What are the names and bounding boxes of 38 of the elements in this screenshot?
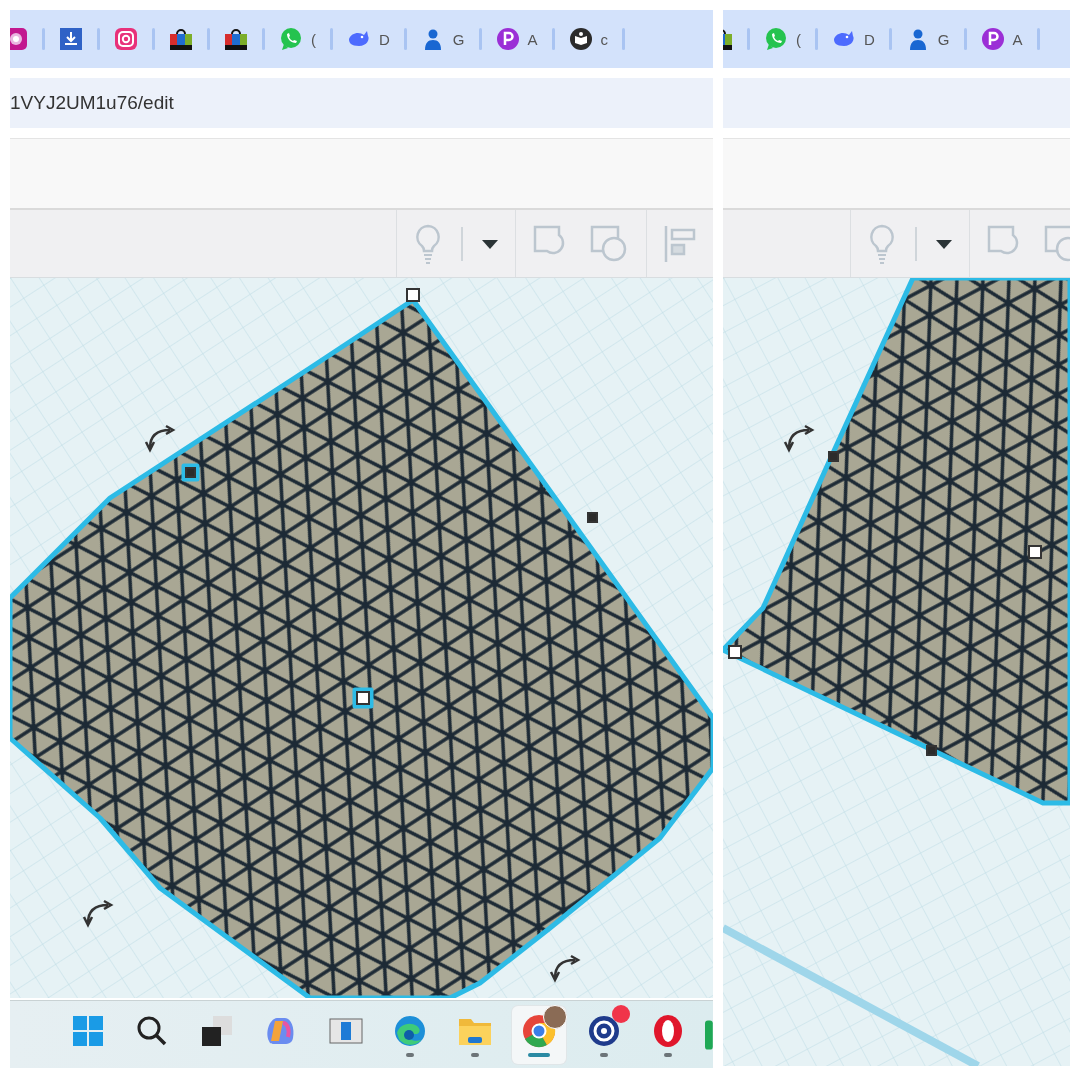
- caret-icon[interactable]: [481, 237, 499, 250]
- resize-handle-icon[interactable]: [356, 691, 370, 705]
- bookmark-label[interactable]: D: [864, 30, 875, 48]
- rotate-arrow-icon[interactable]: [144, 424, 175, 452]
- 3d-workplane-view[interactable]: [723, 278, 1070, 1068]
- download-icon[interactable]: [59, 27, 83, 51]
- rotate-arrow-icon[interactable]: [549, 954, 580, 982]
- camera-icon[interactable]: [114, 27, 138, 51]
- notification-dot: [611, 1004, 630, 1023]
- open-book-icon[interactable]: [568, 27, 593, 51]
- address-bar[interactable]: 1VYJ2UM1u76/edit: [10, 78, 713, 128]
- anchor-handle-icon[interactable]: [587, 512, 598, 523]
- bookmark-label[interactable]: G: [937, 30, 950, 48]
- bookmark-label[interactable]: (: [311, 30, 316, 48]
- letter-p-logo-icon[interactable]: [980, 27, 1005, 51]
- url-text: 1VYJ2UM1u76/edit: [10, 92, 174, 114]
- bookmark-label[interactable]: c: [600, 30, 609, 48]
- bookmark-label[interactable]: G: [452, 30, 465, 48]
- resize-handle-icon[interactable]: [406, 288, 420, 302]
- anchor-handle-icon[interactable]: [926, 745, 937, 756]
- shopping-bag-icon[interactable]: [224, 27, 248, 51]
- bookmark-label[interactable]: A: [527, 30, 538, 48]
- anchor-handle-icon[interactable]: [828, 451, 839, 462]
- rotate-arrow-icon[interactable]: [82, 899, 113, 927]
- anchor-handle-icon[interactable]: [185, 467, 196, 478]
- bookmark-label[interactable]: D: [379, 30, 390, 48]
- resize-handle-icon[interactable]: [1028, 545, 1042, 559]
- bookmark-label[interactable]: A: [1012, 30, 1023, 48]
- lattice-model-drawing[interactable]: [723, 278, 1070, 806]
- app-icon[interactable]: [705, 1019, 713, 1050]
- shopping-bag-icon[interactable]: [169, 27, 193, 51]
- avatar-circle: [543, 1004, 568, 1029]
- rotate-arrow-icon[interactable]: [783, 424, 814, 452]
- letter-p-logo-icon[interactable]: [495, 27, 520, 51]
- bookmark-label[interactable]: (: [796, 30, 801, 48]
- app-icon[interactable]: [10, 27, 28, 51]
- resize-handle-icon[interactable]: [728, 645, 742, 659]
- caret-icon[interactable]: [935, 237, 953, 250]
